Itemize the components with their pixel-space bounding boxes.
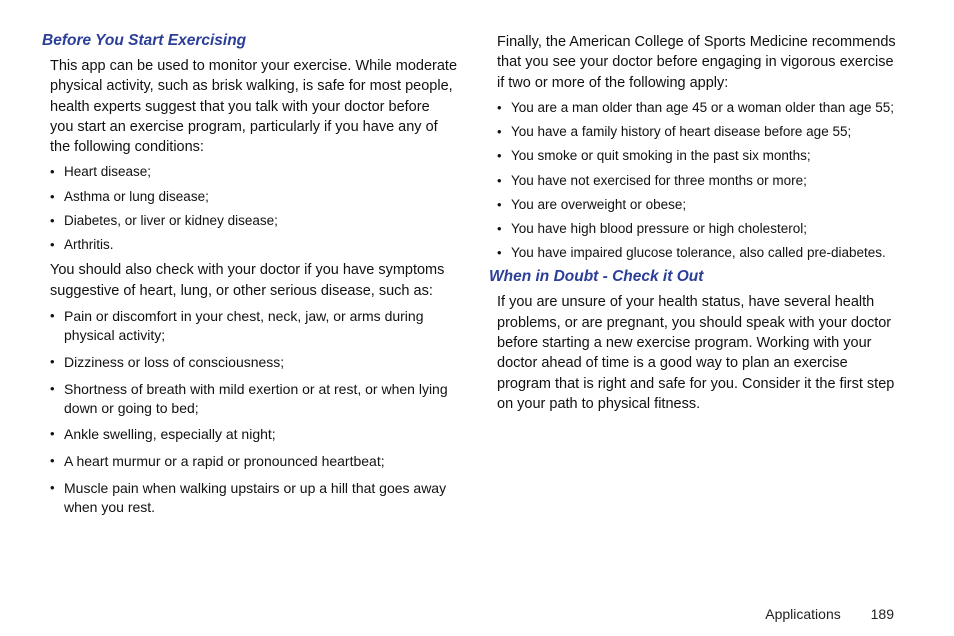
list-item: You have impaired glucose tolerance, als… bbox=[497, 244, 904, 262]
left-column: Before You Start Exercising This app can… bbox=[50, 32, 457, 525]
acsm-paragraph: Finally, the American College of Sports … bbox=[497, 32, 904, 93]
list-item: A heart murmur or a rapid or pronounced … bbox=[50, 452, 457, 471]
content-columns: Before You Start Exercising This app can… bbox=[50, 32, 904, 525]
list-item: Arthritis. bbox=[50, 236, 457, 254]
intro-paragraph: This app can be used to monitor your exe… bbox=[50, 56, 457, 157]
symptoms-list: Pain or discomfort in your chest, neck, … bbox=[50, 307, 457, 517]
list-item: Heart disease; bbox=[50, 163, 457, 181]
list-item: You are a man older than age 45 or a wom… bbox=[497, 99, 904, 117]
list-item: You have a family history of heart disea… bbox=[497, 123, 904, 141]
list-item: You are overweight or obese; bbox=[497, 196, 904, 214]
list-item: Diabetes, or liver or kidney disease; bbox=[50, 212, 457, 230]
list-item: You smoke or quit smoking in the past si… bbox=[497, 147, 904, 165]
list-item: Dizziness or loss of consciousness; bbox=[50, 353, 457, 372]
list-item: Asthma or lung disease; bbox=[50, 188, 457, 206]
symptoms-intro: You should also check with your doctor i… bbox=[50, 260, 457, 301]
list-item: Ankle swelling, especially at night; bbox=[50, 425, 457, 444]
risk-factor-list: You are a man older than age 45 or a wom… bbox=[497, 99, 904, 263]
heading-when-in-doubt: When in Doubt - Check it Out bbox=[489, 268, 904, 286]
list-item: You have not exercised for three months … bbox=[497, 172, 904, 190]
doubt-paragraph: If you are unsure of your health status,… bbox=[497, 292, 904, 414]
list-item: Shortness of breath with mild exertion o… bbox=[50, 380, 457, 418]
list-item: You have high blood pressure or high cho… bbox=[497, 220, 904, 238]
page-footer: Applications 189 bbox=[765, 606, 894, 622]
page-number: 189 bbox=[871, 606, 894, 622]
footer-section-label: Applications bbox=[765, 606, 841, 622]
list-item: Muscle pain when walking upstairs or up … bbox=[50, 479, 457, 517]
list-item: Pain or discomfort in your chest, neck, … bbox=[50, 307, 457, 345]
heading-before-you-start: Before You Start Exercising bbox=[42, 32, 457, 50]
right-column: Finally, the American College of Sports … bbox=[497, 32, 904, 525]
conditions-list: Heart disease; Asthma or lung disease; Dia… bbox=[50, 163, 457, 254]
